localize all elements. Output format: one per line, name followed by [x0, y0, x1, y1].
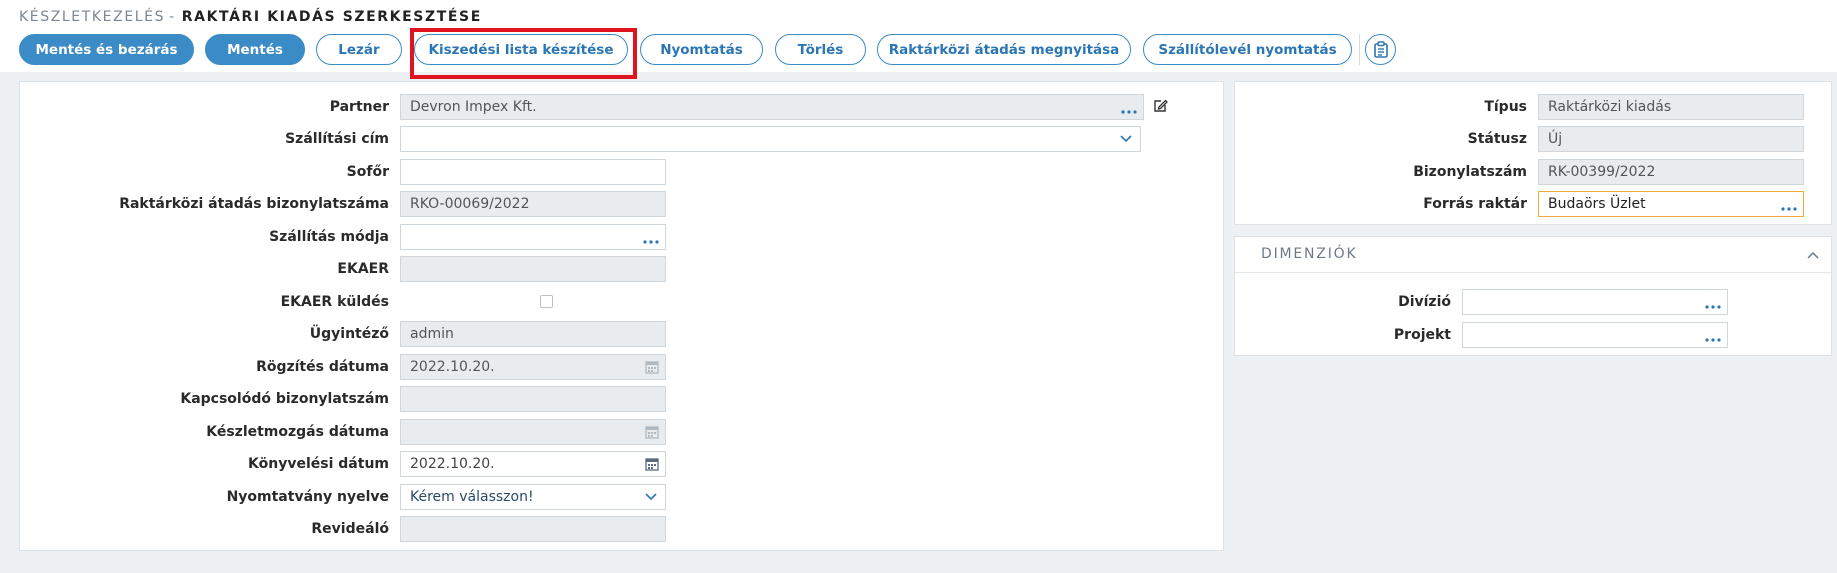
status-label: Státusz: [1467, 131, 1527, 147]
calendar-icon: [645, 426, 659, 439]
clerk-field: admin: [400, 321, 666, 347]
division-field[interactable]: [1462, 289, 1728, 315]
movement-date-field: [400, 419, 666, 445]
record-date-label: Rögzítés dátuma: [256, 359, 389, 375]
movement-date-label: Készletmozgás dátuma: [206, 424, 389, 440]
doc-number-field: RK-00399/2022: [1538, 159, 1804, 185]
source-warehouse-field[interactable]: Budaörs Üzlet: [1538, 191, 1804, 217]
dimensions-header[interactable]: Dimenziók: [1235, 237, 1831, 273]
open-transfer-button[interactable]: Raktárközi átadás megnyitása: [877, 34, 1131, 65]
delete-button[interactable]: Törlés: [775, 34, 866, 65]
calendar-icon: [645, 361, 659, 374]
close-document-button[interactable]: Lezár: [316, 34, 402, 65]
page-title: Raktári kiadás szerkesztése: [181, 9, 482, 25]
top-bar: Készletkezelés - Raktári kiadás szerkeszté…: [0, 0, 1837, 79]
calendar-icon[interactable]: [645, 457, 659, 471]
shipping-method-label: Szállítás módja: [269, 229, 389, 245]
record-date-field: 2022.10.20.: [400, 354, 666, 380]
print-language-select[interactable]: Kérem válasszon!: [400, 484, 666, 510]
transfer-doc-number-field: RKO-00069/2022: [400, 191, 666, 217]
related-doc-field: [400, 386, 666, 412]
dimensions-panel: Dimenziók Divízió Projekt: [1234, 236, 1832, 356]
source-warehouse-value: Budaörs Üzlet: [1548, 196, 1646, 212]
toolbar-divider: [1359, 34, 1360, 65]
partner-label: Partner: [329, 99, 389, 115]
shipping-address-select[interactable]: [400, 126, 1141, 152]
ekaer-send-checkbox[interactable]: [540, 295, 553, 308]
transfer-doc-number-label: Raktárközi átadás bizonylatszáma: [119, 196, 389, 212]
type-label: Típus: [1484, 99, 1527, 115]
document-info-panel: Típus Raktárközi kiadás Státusz Új Bizon…: [1234, 81, 1832, 225]
posting-date-value: 2022.10.20.: [410, 456, 495, 472]
partner-value: Devron Impex Kft.: [410, 99, 537, 115]
record-date-value: 2022.10.20.: [410, 359, 495, 375]
print-button[interactable]: Nyomtatás: [640, 34, 763, 65]
print-delivery-note-button[interactable]: Szállítólevél nyomtatás: [1143, 34, 1352, 65]
picking-list-button[interactable]: Kiszedési lista készítése: [414, 34, 628, 65]
chevron-up-icon[interactable]: [1807, 251, 1819, 259]
save-and-close-button[interactable]: Mentés és bezárás: [19, 34, 194, 65]
page-header: Készletkezelés - Raktári kiadás szerkeszté…: [19, 9, 482, 25]
clipboard-icon: [1373, 41, 1388, 58]
shipping-method-field[interactable]: [400, 224, 666, 250]
reviewer-label: Revideáló: [311, 521, 389, 537]
more-dots-icon[interactable]: [1705, 305, 1721, 309]
driver-input[interactable]: [400, 159, 666, 185]
reviewer-field: [400, 516, 666, 542]
partner-field[interactable]: Devron Impex Kft.: [400, 94, 1144, 120]
posting-date-label: Könyvelési dátum: [248, 456, 389, 472]
related-doc-label: Kapcsolódó bizonylatszám: [180, 391, 389, 407]
clipboard-button[interactable]: [1365, 34, 1396, 65]
doc-number-label: Bizonylatszám: [1413, 164, 1527, 180]
clerk-label: Ügyintéző: [309, 326, 389, 342]
chevron-down-icon: [645, 493, 657, 501]
more-dots-icon[interactable]: [1781, 207, 1797, 211]
posting-date-input[interactable]: 2022.10.20.: [400, 451, 666, 477]
ekaer-send-label: EKAER küldés: [280, 294, 389, 310]
breadcrumb[interactable]: Készletkezelés: [19, 9, 165, 25]
chevron-down-icon: [1120, 135, 1132, 143]
print-language-value: Kérem válasszon!: [410, 489, 534, 505]
more-dots-icon[interactable]: [1705, 338, 1721, 342]
more-dots-icon[interactable]: [643, 240, 659, 244]
breadcrumb-separator: -: [169, 9, 176, 25]
type-field: Raktárközi kiadás: [1538, 94, 1804, 120]
dimensions-title: Dimenziók: [1261, 246, 1358, 262]
status-field: Új: [1538, 126, 1804, 152]
shipping-address-label: Szállítási cím: [285, 131, 389, 147]
save-button[interactable]: Mentés: [205, 34, 305, 65]
edit-icon[interactable]: [1152, 98, 1168, 114]
driver-label: Sofőr: [346, 164, 389, 180]
document-form-panel: Partner Devron Impex Kft. Szállítási cím…: [19, 81, 1224, 551]
ekaer-label: EKAER: [337, 261, 389, 277]
division-label: Divízió: [1398, 294, 1451, 310]
ekaer-field: [400, 256, 666, 282]
project-field[interactable]: [1462, 322, 1728, 348]
source-warehouse-label: Forrás raktár: [1423, 196, 1527, 212]
project-label: Projekt: [1393, 327, 1451, 343]
more-dots-icon[interactable]: [1121, 110, 1137, 114]
print-language-label: Nyomtatvány nyelve: [226, 489, 389, 505]
